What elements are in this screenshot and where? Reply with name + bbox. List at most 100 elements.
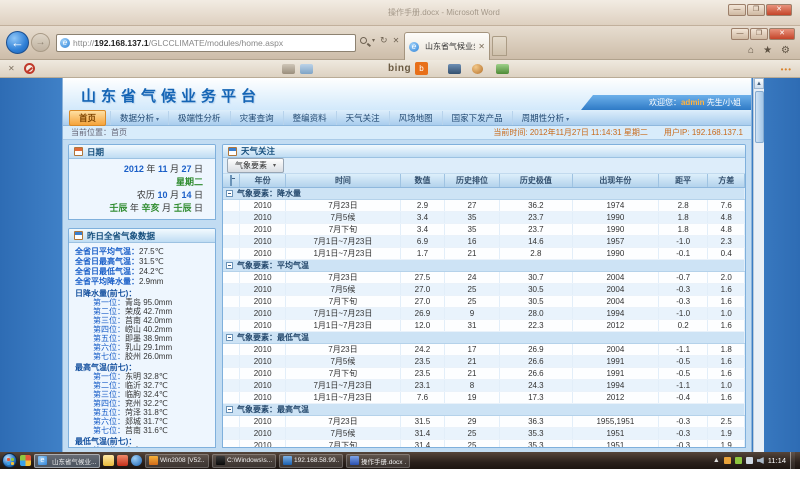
address-bar[interactable]: e http://192.168.137.1/GLCCLIMATE/module… [56, 34, 356, 52]
taskbar-task-vmware[interactable]: Win2008 [V52... [145, 454, 209, 468]
rank-item: 第四位：兖州 32.2℃ [75, 399, 211, 408]
bing-search-icon[interactable]: b [415, 62, 428, 75]
blocked-icon[interactable] [24, 63, 35, 74]
bing-logo[interactable]: bing [388, 63, 411, 74]
plugin-icon[interactable] [496, 64, 509, 74]
table-cell: -0.4 [658, 391, 708, 403]
taskbar-task-word[interactable]: 操作手册.docx ... [346, 454, 410, 468]
nav-item-9[interactable]: 周期性分析▾ [512, 111, 579, 125]
maximize-button[interactable]: ❐ [747, 4, 765, 16]
taskbar-task-cmd[interactable]: C:\Windows\s... [212, 454, 276, 468]
red-app-icon[interactable] [117, 455, 128, 466]
table-cell: 7月下旬 [286, 367, 401, 379]
stop-icon[interactable]: ✕ [393, 36, 400, 45]
group-checkbox[interactable] [226, 262, 233, 269]
rank-label: 第一位： [93, 372, 125, 381]
explorer-icon[interactable] [103, 455, 114, 466]
taskbar-clock[interactable]: 11:14 [768, 456, 786, 465]
group-checkbox[interactable] [226, 190, 233, 197]
table-cell: 25 [445, 427, 500, 439]
nav-item-4[interactable]: 灾害查询 [230, 111, 283, 125]
vertical-scrollbar[interactable]: ▲ [753, 78, 764, 452]
close-button[interactable]: ✕ [766, 4, 792, 16]
tray-expand-icon[interactable]: ▲ [713, 457, 720, 464]
nav-item-7[interactable]: 风场地图 [389, 111, 442, 125]
table-cell: 28.0 [499, 307, 572, 319]
toolbar-close-icon[interactable]: ✕ [8, 64, 15, 73]
nav-item-6[interactable]: 天气关注 [336, 111, 389, 125]
nav-item-3[interactable]: 极端性分析 [168, 111, 230, 125]
row-select-cell [223, 319, 240, 331]
element-selector-button[interactable]: 气象要素▾ [227, 158, 284, 173]
nav-item-8[interactable]: 国家下发产品 [442, 111, 512, 125]
table-cell: 2010 [240, 391, 286, 403]
table-cell: 6.9 [400, 235, 444, 247]
weather-watch-title: 天气关注 [241, 145, 275, 157]
select-all-checkbox[interactable] [230, 175, 232, 186]
scroll-up-icon[interactable]: ▲ [754, 78, 764, 89]
camera-icon[interactable] [448, 64, 461, 74]
search-icon[interactable] [360, 37, 367, 44]
table-group-row[interactable]: 气象要素：最低气温 [223, 331, 745, 343]
scrollbar-thumb[interactable] [755, 91, 764, 143]
table-cell: 4.8 [708, 211, 745, 223]
table-cell: 21 [445, 247, 500, 259]
table-cell: -1.0 [658, 307, 708, 319]
tools-gear-icon[interactable]: ⚙ [781, 45, 790, 56]
table-row: 20107月1日~7月23日6.91614.61957-1.02.3 [223, 235, 745, 247]
table-cell: 2012 [572, 391, 658, 403]
ie-close-button[interactable]: ✕ [769, 28, 795, 40]
stamp-icon[interactable] [282, 64, 295, 74]
update-icon[interactable] [724, 457, 731, 464]
tab-close-icon[interactable]: ✕ [478, 42, 485, 51]
minimize-button[interactable]: — [728, 4, 746, 16]
volume-icon[interactable] [757, 457, 764, 464]
group-checkbox[interactable] [226, 406, 233, 413]
more-options-icon[interactable]: ••• [781, 65, 792, 74]
table-group-row[interactable]: 气象要素：降水量 [223, 187, 745, 199]
table-cell: 27 [445, 199, 500, 211]
start-button[interactable] [2, 453, 17, 468]
security-icon[interactable] [735, 457, 742, 464]
forward-button[interactable]: → [31, 33, 50, 52]
rank-label: 第一位： [93, 446, 125, 448]
table-cell: 25 [445, 283, 500, 295]
nav-item-1[interactable]: 首页 [69, 110, 106, 126]
show-desktop-button[interactable] [790, 452, 795, 469]
nav-item-label: 周期性分析 [522, 113, 565, 123]
taskbar-active-task[interactable]: e 山东省气候业... [34, 454, 100, 468]
rank-item: 第七位：莒南 31.6℃ [75, 426, 211, 435]
rank-label: 第二位： [93, 307, 125, 316]
ie-maximize-button[interactable]: ❐ [750, 28, 768, 40]
nav-item-5[interactable]: 整编资料 [283, 111, 336, 125]
ie-minimize-button[interactable]: — [731, 28, 749, 40]
back-button[interactable]: ← [6, 31, 29, 54]
network-icon[interactable] [746, 457, 753, 464]
home-icon[interactable]: ⌂ [748, 45, 754, 56]
nav-item-2[interactable]: 数据分析▾ [110, 111, 168, 125]
rank-item: 第六位：郯城 31.7℃ [75, 417, 211, 426]
launcher-icon[interactable] [20, 455, 31, 466]
favorites-star-icon[interactable]: ★ [763, 45, 772, 56]
table-cell: 3.4 [400, 211, 444, 223]
refresh-icon[interactable]: ↻ [380, 35, 388, 46]
table-group-row[interactable]: 气象要素：平均气温 [223, 259, 745, 271]
table-group-row[interactable]: 气象要素：最高气温 [223, 403, 745, 415]
table-row: 20107月5候23.52126.61991-0.51.6 [223, 355, 745, 367]
group-checkbox[interactable] [226, 334, 233, 341]
mail-icon[interactable] [300, 64, 313, 74]
calendar-body: 2012 年 11 月 27 日星期二农历 10 月 14 日壬辰 年 辛亥 月… [69, 159, 215, 219]
table-cell: 35.3 [499, 427, 572, 439]
ie-icon: e [38, 456, 47, 465]
rank-label: 第四位： [93, 399, 125, 408]
new-tab-button[interactable] [492, 36, 507, 56]
blue-app-icon[interactable] [131, 455, 142, 466]
browser-tab[interactable]: e 山东省气候业务平... ✕ [404, 32, 490, 60]
search-dropdown-icon[interactable]: ▾ [372, 37, 375, 44]
rank-label: 第三位： [93, 316, 125, 325]
rank-item: 第五位：菏泽 31.8℃ [75, 408, 211, 417]
task-label: Win2008 [V52... [160, 457, 205, 464]
pet-icon[interactable] [472, 64, 483, 74]
taskbar-task-rdp[interactable]: 192.168.58.99... [279, 454, 343, 468]
weather-watch-icon [228, 147, 237, 156]
